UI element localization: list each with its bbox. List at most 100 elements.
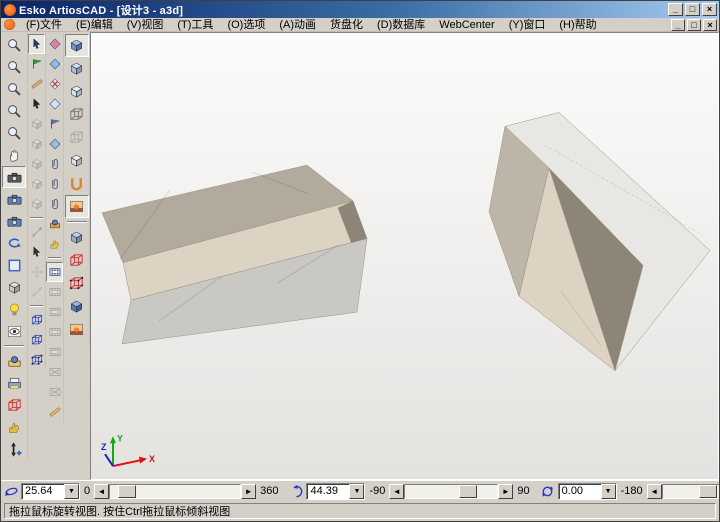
view-light-button[interactable] [65,80,89,103]
view-draft-cube-button[interactable] [65,149,89,172]
slider-left-arrow[interactable]: ◄ [94,484,109,499]
close-button[interactable]: × [702,3,717,16]
camera-capture-button[interactable] [2,210,26,232]
duplicate-designs-button [28,174,45,194]
menu-palletization[interactable]: 货盘化 [323,18,370,32]
restore-button[interactable]: □ [687,19,701,31]
minimize-button[interactable]: _ [671,19,685,31]
menu-animation[interactable]: (A)动画 [272,18,323,32]
menu-database[interactable]: (D)数据库 [370,18,432,32]
pushpull-icon [6,441,23,458]
view-hidden-line-button[interactable] [65,126,89,149]
cube-icon [6,279,23,296]
ergonomics-gloves-button[interactable] [2,416,26,438]
extrude-cube-3-button[interactable] [28,350,45,370]
slider-left-arrow[interactable]: ◄ [647,484,662,499]
menu-window[interactable]: (Y)窗口 [502,18,553,32]
slider-thumb[interactable] [118,485,136,498]
app-window: Esko ArtiosCAD - [设计3 - a3d] _□× (F)文件(E… [0,0,720,522]
animation-frame-button[interactable] [46,262,63,282]
view-red-wireframe-button[interactable] [65,249,89,272]
zoom-out-button[interactable] [2,78,26,100]
wirecube-icon [68,106,85,123]
slider-right-arrow[interactable]: ► [498,484,513,499]
view-background-image-2-button[interactable] [65,318,89,341]
title-bar[interactable]: Esko ArtiosCAD - [设计3 - a3d] _□× [1,1,719,18]
fold-angle-button[interactable] [46,54,63,74]
extrude-cube-1-button[interactable] [28,310,45,330]
x-axis-arrow [113,460,141,466]
light-source-button[interactable] [2,298,26,320]
print-3d-button[interactable] [2,372,26,394]
view-solid-button[interactable] [65,34,89,57]
select-angle-button[interactable] [28,54,45,74]
zoom-in-button[interactable] [2,34,26,56]
slider-thumb[interactable] [699,485,717,498]
camera-icon [6,191,23,208]
view-wireframe-button[interactable] [65,103,89,126]
cube-icon [30,197,44,211]
basket-tool-button[interactable] [46,214,63,234]
annotate-select-button[interactable] [28,242,45,262]
zoom-window-button[interactable] [2,100,26,122]
view-background-image-button[interactable] [65,195,89,218]
tape-tool-button[interactable] [28,74,45,94]
view-red-points-button[interactable] [65,272,89,295]
draw-line-button[interactable] [46,402,63,422]
angle-y-input[interactable]: 25.64 ▼ [21,483,80,500]
slider-left-arrow[interactable]: ◄ [389,484,404,499]
menu-file[interactable]: (F)文件 [19,18,69,32]
perspective-button[interactable] [2,276,26,298]
zoom-extents-button[interactable] [2,122,26,144]
menu-webcenter[interactable]: WebCenter [432,18,501,32]
angle-x-input[interactable]: 44.39 ▼ [306,483,365,500]
menu-options[interactable]: (O)选项 [220,18,272,32]
tray-output-button[interactable] [2,350,26,372]
close-button[interactable]: × [703,19,717,31]
chevron-down-icon[interactable]: ▼ [601,484,616,499]
chevron-down-icon[interactable]: ▼ [64,484,79,499]
cube-icon [30,117,44,131]
visibility-button[interactable] [2,320,26,342]
view-shadow-button[interactable] [65,295,89,318]
minimize-button[interactable]: _ [668,3,683,16]
slider-thumb[interactable] [459,485,477,498]
camera-view-angle-button[interactable] [2,166,26,188]
slider-right-arrow[interactable]: ► [241,484,256,499]
move-design-button[interactable] [28,94,45,114]
select-designs-button[interactable] [28,34,45,54]
attach-file-button[interactable] [46,154,63,174]
join-planes-button[interactable] [46,34,63,54]
attach-add-button[interactable] [46,174,63,194]
menu-tools[interactable]: (T)工具 [170,18,220,32]
scene-canvas: Y X Z [91,33,718,479]
angle-z-slider[interactable] [662,484,720,499]
view-shaded-button[interactable] [65,57,89,80]
push-pull-button[interactable] [2,438,26,460]
menu-edit[interactable]: (E)编辑 [69,18,120,32]
view-open-tray-button[interactable] [65,172,89,195]
look-at-face-button[interactable] [2,254,26,276]
chevron-down-icon[interactable]: ▼ [349,484,364,499]
film-icon [48,285,62,299]
viewport-3d[interactable]: Y X Z [90,32,719,480]
select-base-face-button[interactable] [46,114,63,134]
menu-view[interactable]: (V)视图 [120,18,171,32]
angle-y-slider[interactable] [109,484,241,499]
attach-run-button[interactable] [46,194,63,214]
angle-z-input[interactable]: 0.00 ▼ [558,483,617,500]
menu-help[interactable]: (H)帮助 [552,18,603,32]
gloves-tool-button[interactable] [46,234,63,254]
fold-all-button[interactable] [46,94,63,114]
restore-button[interactable]: □ [685,3,700,16]
angle-x-slider[interactable] [404,484,498,499]
view-transparent-button[interactable] [65,226,89,249]
camera-output-button[interactable] [2,188,26,210]
pan-button[interactable] [2,144,26,166]
rotate-view-button[interactable] [2,232,26,254]
extrude-cube-2-button[interactable] [28,330,45,350]
bend-sheet-button[interactable] [46,134,63,154]
zoom-previous-button[interactable] [2,56,26,78]
wireframe-edit-button[interactable] [2,394,26,416]
break-fold-button[interactable] [46,74,63,94]
